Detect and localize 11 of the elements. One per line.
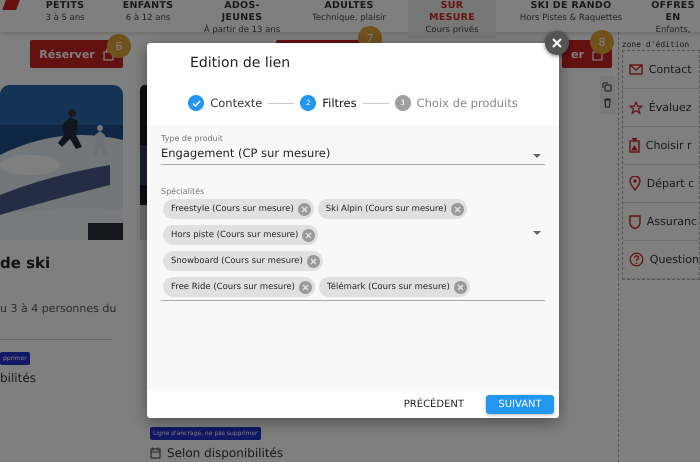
edit-zone-label: zone d'édition bbox=[622, 40, 690, 50]
availability-text: bilités bbox=[0, 371, 36, 385]
field-label: Spécialités bbox=[161, 187, 206, 196]
availability-text: Selon disponibilités bbox=[167, 446, 284, 460]
card-title: de ski bbox=[0, 254, 52, 272]
count-badge: 6 bbox=[107, 34, 131, 58]
step-label: Contexte bbox=[210, 96, 262, 110]
dialog-title: Edition de lien bbox=[190, 55, 290, 73]
step-label: Filtres bbox=[322, 96, 357, 110]
card-description: u 3 à 4 personnes du bbox=[0, 302, 118, 315]
step-label: Choix de produits bbox=[416, 96, 518, 110]
